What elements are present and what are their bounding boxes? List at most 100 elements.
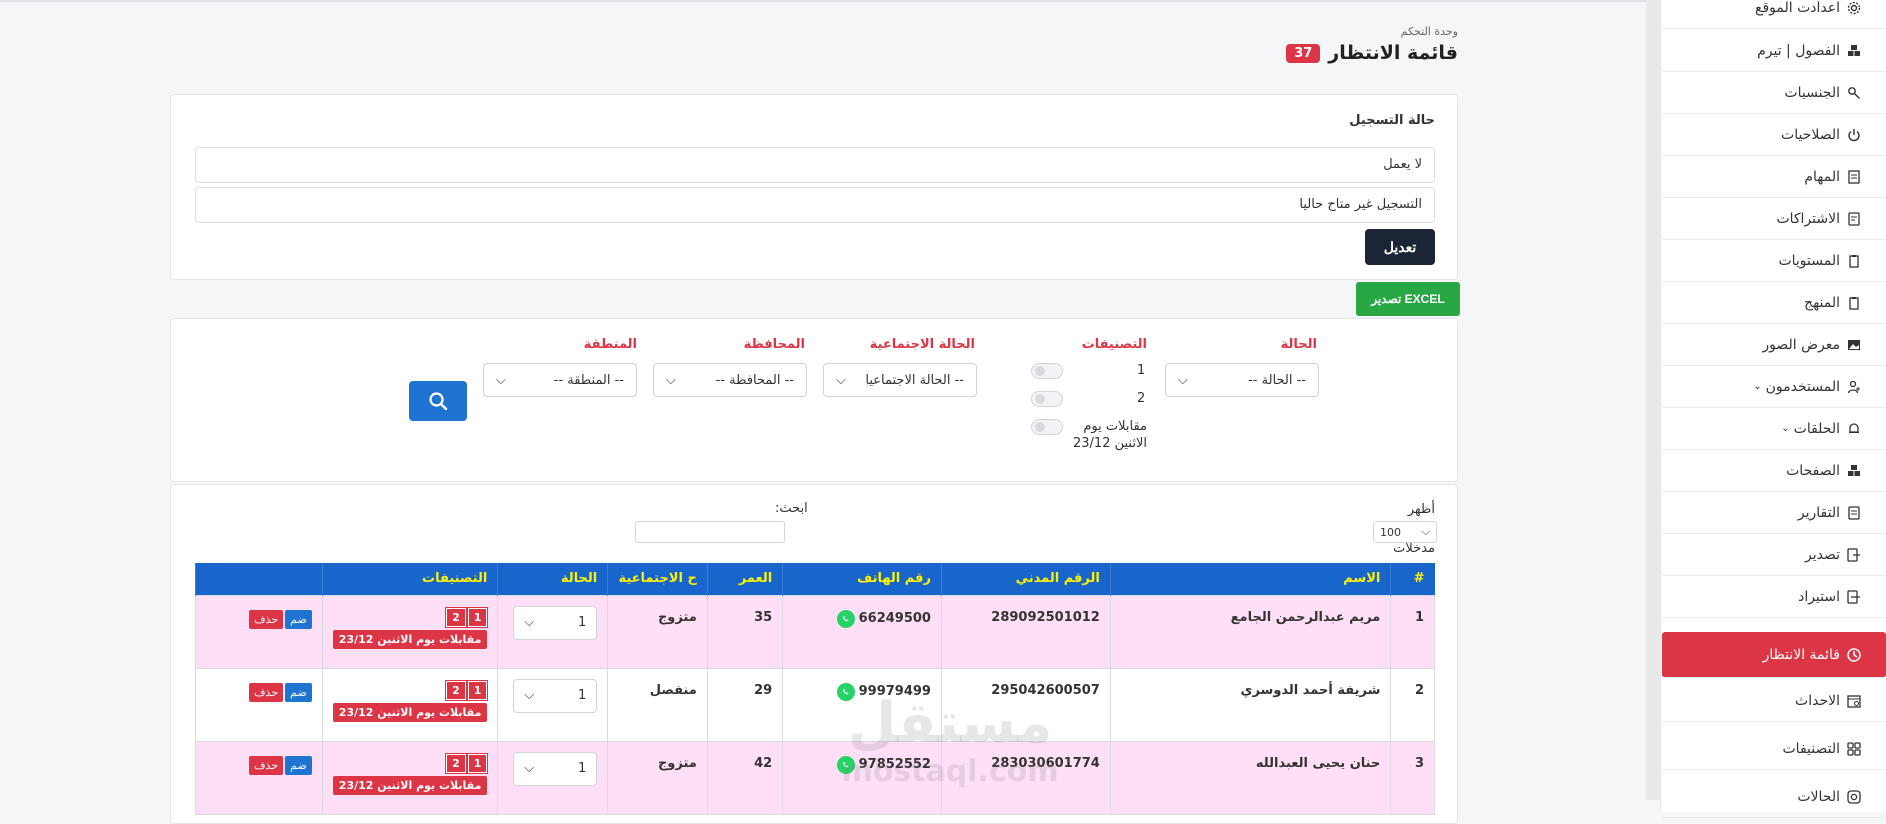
col-phone[interactable]: رقم الهاتف	[782, 563, 942, 595]
social-filter-select[interactable]: -- الحالة الاجتماعيا ⌵	[823, 363, 977, 397]
row-name-link[interactable]: شريفة أحمد الدوسري	[1109, 667, 1392, 742]
row-status-select[interactable]: 1 ⌵	[513, 605, 598, 640]
governorate-filter-label: المحافظة	[743, 337, 805, 352]
sidebar-item-terms[interactable]: الفصول | تيرم	[1662, 30, 1886, 72]
category-tag: 2	[445, 679, 467, 701]
row-phone: 99979499	[782, 667, 942, 742]
breadcrumb: وحدة التحكم	[1400, 25, 1458, 38]
row-status-cell: 1 ⌵	[497, 740, 609, 815]
invoice-icon	[1846, 211, 1862, 227]
gender-icon	[1846, 85, 1862, 101]
row-categories: 1 2 مقابلات يوم الاثنين 23/12	[321, 594, 499, 669]
sidebar-item-label: المنهج	[1804, 294, 1840, 311]
sidebar-item-curriculum[interactable]: المنهج	[1662, 282, 1886, 324]
top-border	[0, 0, 1646, 2]
categories-filter-label: التصنيفات	[1081, 337, 1147, 352]
sidebar-item-label: المهام	[1804, 168, 1840, 185]
delete-button[interactable]: حذف	[249, 609, 284, 629]
page-size-select[interactable]: 100 ⌵	[1373, 521, 1437, 543]
row-actions: حذف ضم	[195, 667, 323, 742]
delete-button[interactable]: حذف	[249, 682, 284, 702]
filter-card: الحالة -- الحالة -- ⌵ التصنيفات 1 2 مقاب…	[170, 318, 1458, 482]
table-row: 1 مريم عبدالرحمن الجامع 289092501012 662…	[195, 594, 1435, 669]
col-index[interactable]: #	[1390, 563, 1435, 595]
search-button[interactable]	[409, 381, 467, 421]
page-scrollbar[interactable]	[1646, 0, 1660, 800]
sidebar-item-permissions[interactable]: الصلاحيات	[1662, 114, 1886, 156]
report-icon	[1846, 505, 1862, 521]
col-social-status[interactable]: ح الاجتماعية	[607, 563, 708, 595]
sidebar-item-categories[interactable]: التصنيفات	[1662, 728, 1886, 770]
category-1-toggle[interactable]	[1031, 363, 1063, 379]
export-icon	[1846, 547, 1862, 563]
col-name[interactable]: الاسم	[1109, 563, 1391, 595]
table-search-input[interactable]	[635, 521, 785, 543]
chevron-down-icon: ⌄	[1753, 381, 1762, 392]
sidebar-item-import[interactable]: استيراد	[1662, 576, 1886, 618]
grid-icon	[1846, 741, 1862, 757]
row-social-status: منفصل	[607, 667, 708, 742]
row-index: 2	[1390, 667, 1435, 742]
export-excel-button[interactable]: تصدير EXCEL	[1356, 282, 1460, 316]
col-categories[interactable]: التصنيفات	[321, 563, 498, 595]
row-name-link[interactable]: حنان يحيى العبدالله	[1109, 740, 1392, 815]
sidebar-item-events[interactable]: الاحداث	[1662, 680, 1886, 722]
registration-message-field[interactable]: التسجيل غير متاح حاليا	[195, 187, 1435, 223]
chevron-down-icon: ⌵	[496, 372, 506, 388]
import-icon	[1846, 589, 1862, 605]
table-search-label: ابحث:	[775, 501, 808, 516]
sidebar-item-site-settings[interactable]: اعدادت الموقع	[1662, 0, 1886, 29]
category-tag: 1	[466, 606, 489, 628]
row-status-select[interactable]: 1 ⌵	[513, 678, 598, 713]
gear-icon	[1846, 0, 1862, 16]
sidebar-item-label: معرض الصور	[1762, 336, 1840, 353]
sidebar-item-nationalities[interactable]: الجنسيات	[1662, 72, 1886, 114]
page-title: قائمة الانتظار 37	[1286, 42, 1458, 64]
row-index: 3	[1390, 740, 1435, 815]
status-filter-value: -- الحالة --	[1248, 372, 1306, 388]
col-status[interactable]: الحالة	[497, 563, 608, 595]
sidebar-item-gallery[interactable]: معرض الصور	[1662, 324, 1886, 366]
whatsapp-icon[interactable]	[836, 755, 855, 774]
chevron-down-icon: ⌵	[1178, 372, 1188, 388]
row-status-select[interactable]: 1 ⌵	[513, 751, 598, 786]
document-icon	[1846, 169, 1862, 185]
category-interview-toggle[interactable]	[1031, 419, 1063, 435]
sidebar-item-waiting-list[interactable]: قائمة الانتظار	[1662, 632, 1886, 678]
category-tag: 2	[445, 752, 467, 774]
edit-button[interactable]: تعديل	[1365, 229, 1435, 265]
whatsapp-icon[interactable]	[836, 682, 855, 701]
whatsapp-icon[interactable]	[836, 609, 855, 628]
search-icon	[429, 392, 448, 411]
sidebar-item-label: الحالات	[1797, 788, 1840, 805]
page-size-value: 100	[1380, 525, 1401, 539]
sidebar-item-subscriptions[interactable]: الاشتراكات	[1662, 198, 1886, 240]
status-filter-select[interactable]: -- الحالة -- ⌵	[1165, 363, 1319, 397]
sidebar-item-users[interactable]: المستخدمون ⌄	[1662, 366, 1886, 408]
sidebar-item-circles[interactable]: الحلقات ⌄	[1662, 408, 1886, 450]
row-status-value: 1	[577, 688, 587, 703]
join-button[interactable]: ضم	[285, 609, 312, 629]
social-filter-value: -- الحالة الاجتماعيا	[865, 372, 964, 388]
sidebar-item-tasks[interactable]: المهام	[1662, 156, 1886, 198]
join-button[interactable]: ضم	[285, 682, 312, 702]
sidebar-item-label: استيراد	[1798, 588, 1840, 605]
join-button[interactable]: ضم	[285, 755, 312, 775]
sidebar-item-reports[interactable]: التقارير	[1662, 492, 1886, 534]
delete-button[interactable]: حذف	[249, 755, 284, 775]
registration-status-field[interactable]: لا يعمل	[195, 147, 1435, 183]
col-civil-id[interactable]: الرقم المدني	[940, 563, 1111, 595]
col-actions	[195, 563, 323, 595]
show-label: أظهر	[1407, 502, 1435, 517]
instagram-icon	[1846, 789, 1862, 805]
sidebar-item-levels[interactable]: المستويات	[1662, 240, 1886, 282]
sidebar-item-export[interactable]: تصدير	[1662, 534, 1886, 576]
col-age[interactable]: العمر	[706, 563, 783, 595]
sidebar-item-pages[interactable]: الصفحات	[1662, 450, 1886, 492]
category-2-toggle[interactable]	[1031, 391, 1063, 407]
clipboard-icon	[1846, 253, 1862, 269]
row-name-link[interactable]: مريم عبدالرحمن الجامع	[1109, 594, 1392, 669]
row-phone-number: 66249500	[858, 611, 931, 626]
region-filter-select[interactable]: -- المنطقة -- ⌵	[483, 363, 637, 397]
governorate-filter-select[interactable]: -- المحافظة -- ⌵	[653, 363, 807, 397]
